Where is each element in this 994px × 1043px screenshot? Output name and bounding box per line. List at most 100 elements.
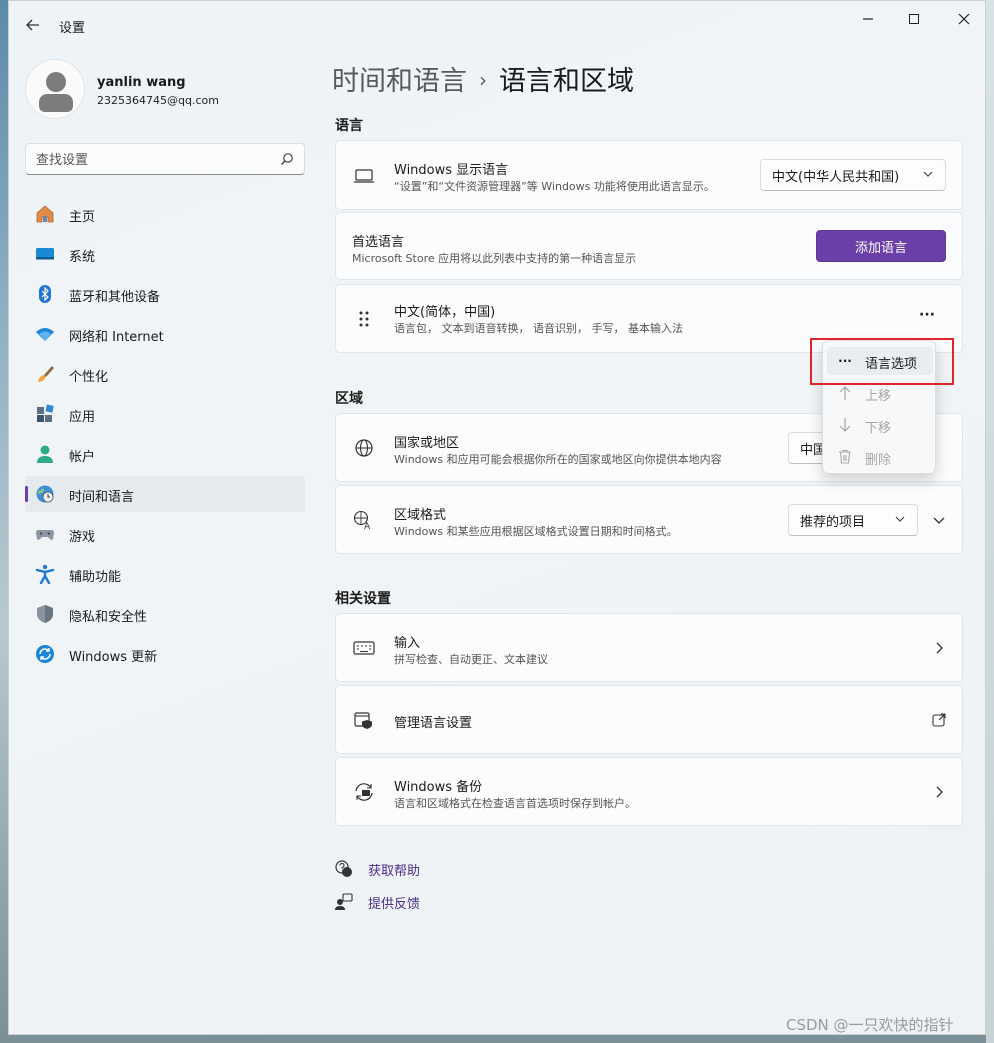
regional-format-title: 区域格式 (394, 508, 447, 523)
brush-icon (35, 364, 55, 384)
help-icon (335, 860, 352, 877)
input-title: 输入 (394, 636, 421, 651)
get-help-label: 获取帮助 (368, 864, 421, 879)
language-item-subtitle: 语言包， 文本到语音转换， 语音识别， 手写， 基本输入法 (394, 322, 683, 335)
regional-format-card: A 区域格式 Windows 和某些应用根据区域格式设置日期和时间格式。 推荐的… (335, 485, 963, 554)
menu-item-remove[interactable]: 删除 (827, 443, 933, 471)
manage-language-settings-title: 管理语言设置 (394, 716, 473, 731)
expand-button[interactable] (932, 513, 946, 527)
chevron-right-icon (932, 641, 946, 655)
more-options-button[interactable]: ··· (914, 307, 940, 327)
arrow-down-icon (839, 418, 851, 432)
regional-format-icon: A (352, 508, 376, 532)
sidebar-item-label: 网络和 Internet (69, 330, 164, 345)
windows-backup-subtitle: 语言和区域格式在检查语言首选项时保存到帐户。 (394, 797, 636, 810)
country-region-title: 国家或地区 (394, 436, 460, 451)
sidebar-item-label: 帐户 (69, 450, 96, 465)
sidebar-item-accounts[interactable]: 帐户 (25, 436, 305, 472)
sidebar-item-privacy[interactable]: 隐私和安全性 (25, 596, 305, 632)
app-title: 设置 (59, 21, 86, 36)
breadcrumb-parent[interactable]: 时间和语言 (332, 66, 467, 97)
gaming-icon (35, 524, 55, 544)
manage-language-settings-card[interactable]: 管理语言设置 (335, 685, 963, 754)
globe-icon (352, 436, 376, 460)
chevron-right-icon (932, 785, 946, 799)
account-icon (35, 444, 55, 464)
display-language-title: Windows 显示语言 (394, 163, 509, 178)
menu-item-label: 删除 (865, 453, 892, 468)
maximize-button[interactable] (891, 9, 937, 29)
profile-name: yanlin wang (97, 75, 186, 90)
give-feedback-label: 提供反馈 (368, 897, 421, 912)
close-button[interactable] (941, 9, 987, 29)
sidebar-item-label: 个性化 (69, 370, 109, 385)
regional-format-dropdown[interactable]: 推荐的项目 (788, 504, 918, 536)
desktop-backdrop (986, 0, 994, 1043)
regional-format-subtitle: Windows 和某些应用根据区域格式设置日期和时间格式。 (394, 525, 678, 538)
search-input[interactable] (36, 150, 266, 170)
section-title-region: 区域 (335, 391, 363, 407)
sidebar-item-network[interactable]: 网络和 Internet (25, 316, 305, 352)
breadcrumb-separator: › (479, 68, 487, 92)
sidebar-item-gaming[interactable]: 游戏 (25, 516, 305, 552)
search-box[interactable] (25, 143, 305, 175)
display-language-card: Windows 显示语言 “设置”和“文件资源管理器”等 Windows 功能将… (335, 140, 963, 210)
highlight-annotation-box (810, 338, 954, 385)
sidebar-item-system[interactable]: 系统 (25, 236, 305, 272)
backup-icon (352, 780, 376, 804)
sidebar-item-accessibility[interactable]: 辅助功能 (25, 556, 305, 592)
profile-email: 2325364745@qq.com (97, 94, 219, 107)
sidebar-item-label: 系统 (69, 250, 96, 265)
svg-text:A: A (364, 522, 371, 530)
bluetooth-icon (35, 284, 55, 304)
back-button[interactable] (21, 13, 45, 37)
sidebar-item-label: 隐私和安全性 (69, 610, 148, 625)
system-icon (35, 244, 55, 264)
sidebar-item-home[interactable]: 主页 (25, 196, 305, 232)
add-language-button[interactable]: 添加语言 (816, 230, 946, 262)
sidebar-item-label: Windows 更新 (69, 650, 158, 665)
home-icon (35, 204, 55, 224)
menu-item-move-down[interactable]: 下移 (827, 411, 933, 439)
keyboard-icon (352, 636, 376, 660)
section-title-related: 相关设置 (335, 591, 391, 607)
sidebar-item-time-language[interactable]: 时间和语言 (25, 476, 305, 512)
menu-item-label: 下移 (865, 421, 892, 436)
wifi-icon (35, 324, 55, 344)
settings-window: 设置 yanlin wang 2325364745@qq.com 主页 (8, 0, 986, 1035)
input-card[interactable]: 输入 拼写检查、自动更正、文本建议 (335, 613, 963, 682)
display-language-value: 中文(中华人民共和国) (772, 169, 900, 185)
update-icon (35, 644, 55, 664)
feedback-icon (335, 893, 353, 910)
sidebar-item-label: 蓝牙和其他设备 (69, 290, 161, 305)
sidebar-item-apps[interactable]: 应用 (25, 396, 305, 432)
minimize-icon (863, 18, 873, 20)
sidebar-item-bluetooth[interactable]: 蓝牙和其他设备 (25, 276, 305, 312)
sidebar-item-windows-update[interactable]: Windows 更新 (25, 636, 305, 672)
admin-settings-icon (352, 708, 376, 732)
search-icon (281, 153, 293, 165)
windows-backup-card[interactable]: Windows 备份 语言和区域格式在检查语言首选项时保存到帐户。 (335, 757, 963, 826)
drag-handle-icon[interactable] (352, 307, 376, 331)
sidebar-nav: 主页 系统 蓝牙和其他设备 网络和 Internet 个性化 应用 帐户 时间和… (25, 196, 305, 676)
close-icon (958, 13, 970, 25)
display-language-dropdown[interactable]: 中文(中华人民共和国) (760, 159, 946, 191)
regional-format-value: 推荐的项目 (800, 514, 866, 530)
preferred-language-title: 首选语言 (352, 235, 405, 250)
sidebar-item-label: 游戏 (69, 530, 96, 545)
minimize-button[interactable] (845, 9, 891, 29)
sidebar-item-personalization[interactable]: 个性化 (25, 356, 305, 392)
display-language-subtitle: “设置”和“文件资源管理器”等 Windows 功能将使用此语言显示。 (394, 180, 715, 193)
windows-backup-title: Windows 备份 (394, 780, 483, 795)
chevron-down-icon (923, 171, 933, 177)
sidebar-item-label: 时间和语言 (69, 490, 135, 505)
sidebar-item-label: 辅助功能 (69, 570, 122, 585)
sidebar-item-label: 主页 (69, 210, 96, 225)
chevron-down-icon (895, 516, 905, 522)
preferred-language-subtitle: Microsoft Store 应用将以此列表中支持的第一种语言显示 (352, 252, 637, 265)
time-language-icon (35, 484, 55, 504)
title-bar: 设置 (9, 1, 987, 49)
shield-icon (35, 604, 55, 624)
avatar (25, 59, 85, 119)
chevron-down-icon (933, 517, 945, 524)
